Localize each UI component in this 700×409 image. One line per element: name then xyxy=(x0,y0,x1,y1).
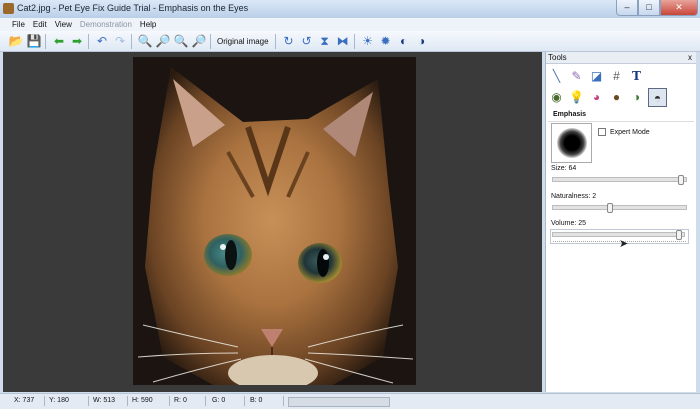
menu-demonstration[interactable]: Demonstration xyxy=(76,20,136,29)
status-g: G: 0 xyxy=(212,397,226,404)
tools-panel: Tools x ╲ ✎ ◪ # T ◉ 💡 ◕ ● ◑ ◓ Emphasis E… xyxy=(545,52,696,392)
status-h: H: 590 xyxy=(132,397,153,404)
undo-icon[interactable]: ↶ xyxy=(94,33,110,49)
app-icon xyxy=(3,3,14,14)
toolbar: 📂 💾 ⬅ ➡ ↶ ↷ 🔍 🔎 🔍 🔎 Original image ↻ ↺ ⧗… xyxy=(0,31,700,52)
expert-mode-label: Expert Mode xyxy=(610,128,650,136)
save-icon[interactable]: 💾 xyxy=(26,33,42,49)
arrow-left-icon[interactable]: ⬅ xyxy=(51,33,67,49)
zoom-fit-icon[interactable]: 🔍 xyxy=(173,33,189,49)
text-icon[interactable]: T xyxy=(628,67,645,84)
status-b: B: 0 xyxy=(250,397,263,404)
title-bar: Cat2.jpg - Pet Eye Fix Guide Trial - Emp… xyxy=(0,0,700,19)
eraser-brush-icon[interactable]: ✎ xyxy=(568,67,585,84)
brightness-icon[interactable]: ☀ xyxy=(360,33,376,49)
checkbox-box[interactable] xyxy=(598,128,606,136)
naturalness-slider[interactable] xyxy=(552,203,687,213)
emphasis-eye-icon[interactable]: ◓ xyxy=(648,88,667,107)
flip-vertical-icon[interactable]: ⧗ xyxy=(317,33,333,49)
naturalness-slider-thumb[interactable] xyxy=(607,203,613,213)
tools-panel-header: Tools x xyxy=(546,52,696,64)
brightness-small-icon[interactable]: ✹ xyxy=(378,33,394,49)
menu-edit[interactable]: Edit xyxy=(29,20,51,29)
emphasis-title: Emphasis xyxy=(548,108,694,122)
status-x: X: 737 xyxy=(14,397,35,404)
green-eye-icon[interactable]: ◑ xyxy=(628,88,645,105)
brush-preview xyxy=(551,123,592,163)
flip-horizontal-icon[interactable]: ⧓ xyxy=(335,33,351,49)
menu-view[interactable]: View xyxy=(51,20,76,29)
status-w: W: 513 xyxy=(93,397,116,404)
zoom-actual-icon[interactable]: 🔎 xyxy=(191,33,207,49)
menu-help[interactable]: Help xyxy=(136,20,160,29)
close-button[interactable]: ✕ xyxy=(660,0,698,16)
rotate-cw-icon[interactable]: ↻ xyxy=(281,33,297,49)
cat-photo-image xyxy=(133,57,416,385)
resize-icon[interactable]: ◪ xyxy=(588,67,605,84)
naturalness-label: Naturalness: 2 xyxy=(551,193,597,200)
brush-preview-blob xyxy=(556,128,587,158)
size-slider-thumb[interactable] xyxy=(678,175,684,185)
rotate-ccw-icon[interactable]: ↺ xyxy=(299,33,315,49)
size-label: Size: 64 xyxy=(551,165,577,172)
mouse-cursor-icon: ➤ xyxy=(619,238,629,250)
size-slider[interactable] xyxy=(552,175,687,185)
window-title: Cat2.jpg - Pet Eye Fix Guide Trial - Emp… xyxy=(17,3,249,13)
contrast-icon[interactable]: ◐ xyxy=(396,33,412,49)
arrow-right-icon[interactable]: ➡ xyxy=(69,33,85,49)
status-y: Y: 180 xyxy=(49,397,69,404)
brush-icon[interactable]: ╲ xyxy=(548,67,565,84)
crop-icon[interactable]: # xyxy=(608,67,625,84)
bulb-icon[interactable]: 💡 xyxy=(568,88,585,105)
menu-file[interactable]: File xyxy=(8,20,29,29)
maximize-button[interactable]: □ xyxy=(638,0,660,16)
canvas-area[interactable] xyxy=(3,52,542,392)
redo-icon[interactable]: ↷ xyxy=(112,33,128,49)
tools-header-label: Tools xyxy=(548,53,567,62)
volume-label: Volume: 25 xyxy=(551,220,587,227)
zoom-out-icon[interactable]: 🔎 xyxy=(155,33,171,49)
expert-mode-checkbox[interactable]: Expert Mode xyxy=(598,128,650,136)
minimize-button[interactable]: – xyxy=(616,0,638,16)
original-image-button[interactable]: Original image xyxy=(214,37,272,46)
contrast-small-icon[interactable]: ◑ xyxy=(414,33,430,49)
status-r: R: 0 xyxy=(174,397,187,404)
pupil-icon[interactable]: ● xyxy=(608,88,625,105)
cat-photo[interactable] xyxy=(133,57,416,385)
progress-bar xyxy=(288,397,390,407)
color-wheel-icon[interactable]: ◕ xyxy=(588,88,605,105)
tools-close-button[interactable]: x xyxy=(688,52,692,63)
eye-icon[interactable]: ◉ xyxy=(548,88,565,105)
open-folder-icon[interactable]: 📂 xyxy=(8,33,24,49)
status-bar: X: 737 Y: 180 W: 513 H: 590 R: 0 G: 0 B:… xyxy=(0,393,700,409)
menu-bar: File Edit View Demonstration Help xyxy=(0,18,700,31)
zoom-in-icon[interactable]: 🔍 xyxy=(137,33,153,49)
